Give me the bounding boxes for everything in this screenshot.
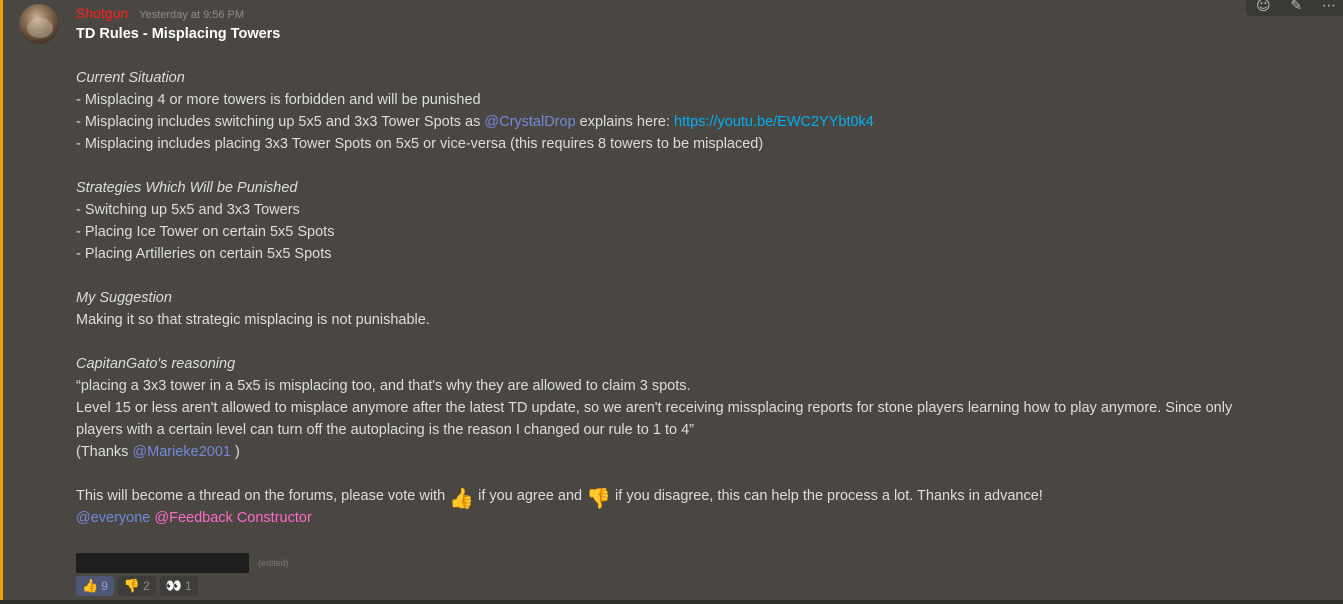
bottom-divider — [0, 600, 1343, 604]
more-options-icon[interactable]: ⋯ — [1322, 0, 1336, 14]
current-line-2-text-b: explains here: — [575, 114, 674, 130]
reaction-count: 2 — [143, 579, 150, 593]
reaction-thumbs-up[interactable]: 👍 9 — [76, 576, 114, 596]
reasoning-line-1: “placing a 3x3 tower in a 5x5 is misplac… — [76, 378, 691, 394]
reaction-eyes[interactable]: 👀 1 — [159, 576, 198, 596]
reaction-thumbs-down[interactable]: 👎 2 — [117, 576, 156, 596]
section-heading-current: Current Situation — [76, 70, 185, 86]
section-heading-suggestion: My Suggestion — [76, 290, 172, 306]
message-container: Shotgun Yesterday at 9:56 PM ☺ ✎ ⋯ TD Ru… — [0, 0, 1343, 600]
vote-text-a: This will become a thread on the forums,… — [76, 488, 450, 504]
suggestion-text: Making it so that strategic misplacing i… — [76, 312, 430, 328]
message-toolbar: ☺ ✎ ⋯ — [1246, 0, 1343, 16]
role-mention-feedback-constructor[interactable]: @Feedback Constructor — [154, 510, 311, 526]
strategies-line-3: - Placing Artilleries on certain 5x5 Spo… — [76, 246, 332, 262]
youtube-link[interactable]: https://youtu.be/EWC2YYbt0k4 — [674, 114, 874, 130]
thumbs-up-icon: 👍 — [449, 486, 475, 510]
eyes-icon: 👀 — [165, 578, 182, 594]
vote-line: This will become a thread on the forums,… — [76, 485, 1316, 510]
user-avatar[interactable] — [19, 4, 59, 44]
reactions-bar: 👍 9 👎 2 👀 1 — [76, 576, 198, 596]
current-line-2: - Misplacing includes switching up 5x5 a… — [76, 111, 1316, 133]
redacted-block — [76, 552, 249, 573]
redacted-row: (edited) — [76, 552, 289, 573]
current-line-3: - Misplacing includes placing 3x3 Tower … — [76, 136, 764, 152]
username[interactable]: Shotgun — [76, 5, 128, 21]
reaction-count: 1 — [184, 579, 192, 593]
add-reaction-icon[interactable]: ☺ — [1256, 0, 1271, 14]
section-heading-strategies: Strategies Which Will be Punished — [76, 180, 298, 196]
thumbs-up-icon: 👍 — [82, 578, 99, 594]
current-line-2-text: - Misplacing includes switching up 5x5 a… — [76, 114, 485, 130]
message-header: Shotgun Yesterday at 9:56 PM — [76, 3, 244, 23]
everyone-mention[interactable]: @everyone — [76, 510, 150, 526]
reasoning-line-2: Level 15 or less aren't allowed to mispl… — [76, 400, 1233, 416]
strategies-line-1: - Switching up 5x5 and 3x3 Towers — [76, 202, 300, 218]
section-heading-reasoning: CapitanGato's reasoning — [76, 356, 236, 372]
user-mention-crystaldrop[interactable]: @CrystalDrop — [484, 114, 575, 130]
message-content: TD Rules - Misplacing Towers Current Sit… — [76, 23, 1316, 529]
thumbs-down-icon: 👎 — [123, 578, 141, 594]
reaction-count: 9 — [101, 579, 108, 593]
thanks-line: (Thanks @Marieke2001 ) — [76, 441, 1316, 463]
edit-icon[interactable]: ✎ — [1290, 0, 1302, 14]
mentions-line: @everyone @Feedback Constructor — [76, 507, 1316, 529]
strategies-line-2: - Placing Ice Tower on certain 5x5 Spots — [76, 224, 335, 240]
message-title: TD Rules - Misplacing Towers — [76, 26, 281, 42]
thanks-text: (Thanks — [76, 444, 133, 460]
thanks-text-end: ) — [230, 444, 240, 460]
reasoning-line-3: players with a certain level can turn of… — [76, 422, 694, 438]
thumbs-down-icon: 👎 — [586, 486, 612, 510]
current-line-1: - Misplacing 4 or more towers is forbidd… — [76, 92, 481, 108]
timestamp: Yesterday at 9:56 PM — [139, 9, 245, 21]
user-mention-marieke2001[interactable]: @Marieke2001 — [132, 444, 231, 460]
edited-label: (edited) — [258, 557, 289, 568]
vote-text-c: if you disagree, this can help the proce… — [611, 488, 1043, 504]
vote-text-b: if you agree and — [474, 488, 587, 504]
